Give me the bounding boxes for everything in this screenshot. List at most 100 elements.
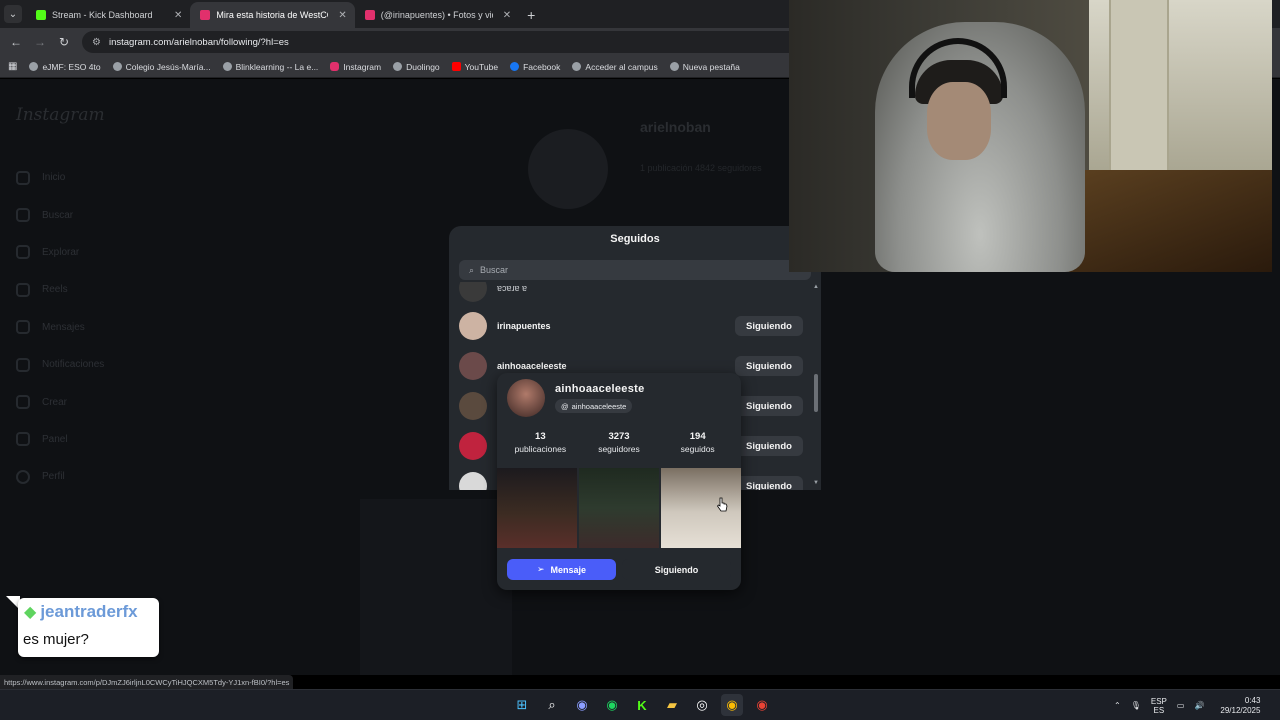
post-thumbnail[interactable]	[661, 468, 741, 548]
chevron-up-icon[interactable]: ⌃	[1114, 701, 1121, 710]
chrome-icon[interactable]: ◉	[721, 694, 743, 716]
sidebar-item-inicio[interactable]: Inicio	[16, 159, 104, 196]
following-button[interactable]: Siguiendo	[735, 396, 803, 416]
tab-search-menu-button[interactable]: ⌄	[4, 5, 22, 23]
bookmark-item[interactable]: Blinklearning -- La e...	[222, 62, 318, 72]
following-button[interactable]: Siguiendo	[622, 559, 731, 580]
instagram-sidebar: Inicio Buscar Explorar Reels Mensajes No…	[16, 159, 104, 496]
tab-westcol-story[interactable]: Mira esta historia de WestCOL ✕	[190, 2, 355, 28]
bookmark-item[interactable]: Acceder al campus	[572, 62, 658, 72]
username[interactable]: ainhoaaceleeste	[497, 361, 735, 371]
sidebar-item-perfil[interactable]: Perfil	[16, 458, 104, 495]
globe-icon	[393, 62, 403, 71]
close-icon[interactable]: ✕	[503, 10, 511, 21]
reload-icon[interactable]: ↻	[52, 35, 76, 49]
forward-arrow-icon[interactable]: →	[28, 35, 52, 49]
scroll-down-icon[interactable]: ▼	[812, 480, 820, 486]
threads-badge[interactable]: @ ainhoaaceleeste	[555, 399, 633, 413]
chat-message-text: es mujer?	[23, 631, 89, 648]
threads-handle: ainhoaaceleeste	[571, 401, 627, 411]
home-icon	[16, 170, 30, 185]
clock[interactable]: 0:43 29/12/2025	[1220, 696, 1260, 716]
apps-grid-icon[interactable]: ▦	[8, 61, 17, 72]
obs-icon[interactable]: ◎	[691, 694, 713, 716]
bookmark-item[interactable]: Instagram	[330, 62, 381, 72]
scroll-up-icon[interactable]: ▲	[812, 284, 820, 290]
bookmark-item[interactable]: Facebook	[510, 62, 560, 72]
chat-username: ◆ jeantraderfx	[24, 602, 138, 621]
new-tab-button[interactable]: +	[527, 7, 535, 23]
instagram-icon	[330, 62, 340, 71]
windows-start-icon[interactable]: ⊞	[511, 694, 533, 716]
youtube-icon	[451, 62, 461, 71]
globe-icon	[29, 62, 39, 71]
list-item[interactable]: ɐɔɐɹɐ ɐ	[459, 282, 803, 306]
list-scrollbar[interactable]: ▲ ▼	[812, 282, 820, 490]
sidebar-item-notificaciones[interactable]: Notificaciones	[16, 346, 104, 383]
scrollbar-thumb[interactable]	[814, 374, 818, 412]
sidebar-item-crear[interactable]: Crear	[16, 383, 104, 420]
list-item[interactable]: irinapuentes Siguiendo	[459, 308, 803, 344]
sidebar-item-panel[interactable]: Panel	[16, 421, 104, 458]
messenger-icon	[16, 320, 30, 335]
discord-icon[interactable]: ◉	[571, 694, 593, 716]
close-icon[interactable]: ✕	[174, 10, 182, 21]
bookmark-item[interactable]: Colegio Jesús-María...	[112, 62, 211, 72]
hover-card-username[interactable]: ainhoaaceleeste	[555, 383, 645, 395]
network-icon[interactable]: ▭	[1177, 701, 1185, 710]
following-button[interactable]: Siguiendo	[735, 356, 803, 376]
instagram-favicon-icon	[200, 10, 211, 20]
tab-title: Stream - Kick Dashboard	[52, 10, 153, 20]
tab-title: (@irinapuentes) • Fotos y videos	[380, 10, 493, 20]
globe-icon	[222, 62, 232, 71]
avatar	[459, 432, 487, 460]
chrome-alt-icon[interactable]: ◉	[751, 694, 773, 716]
instagram-logo[interactable]: Instagram	[16, 105, 105, 125]
heart-icon	[16, 357, 30, 372]
tab-kick-dashboard[interactable]: Stream - Kick Dashboard ✕	[26, 2, 190, 28]
globe-icon	[572, 62, 582, 71]
spotify-icon[interactable]: ◉	[601, 694, 623, 716]
threads-icon: @	[561, 401, 569, 411]
post-thumbnail[interactable]	[497, 468, 577, 548]
site-info-icon[interactable]: ⚙	[92, 37, 101, 48]
sidebar-item-buscar[interactable]: Buscar	[16, 196, 104, 233]
hover-card-avatar[interactable]	[507, 379, 545, 417]
webcam-overlay	[789, 0, 1272, 272]
bookmark-item[interactable]: eJMF: ESO 4to	[29, 62, 101, 72]
close-icon[interactable]: ✕	[338, 10, 346, 21]
post-thumbnail[interactable]	[579, 468, 659, 548]
language-indicator[interactable]: ESP ES	[1151, 697, 1167, 715]
back-arrow-icon[interactable]: ←	[4, 35, 28, 49]
address-bar[interactable]: ⚙ instagram.com/arielnoban/following/?hl…	[82, 31, 842, 53]
chat-message-bubble: ◆ jeantraderfx es mujer?	[18, 598, 159, 657]
username[interactable]: irinapuentes	[497, 321, 735, 331]
kick-icon[interactable]: K	[631, 694, 653, 716]
microphone-icon[interactable]: 🎙	[1131, 701, 1141, 710]
hover-card-stats: 13 publicaciones 3273 seguidores 194 seg…	[497, 431, 741, 454]
following-button[interactable]: Siguiendo	[735, 316, 803, 336]
username[interactable]: ɐɔɐɹɐ ɐ	[497, 283, 803, 293]
link-status-bar: https://www.instagram.com/p/DJmZJ6irljnL…	[0, 675, 294, 689]
compass-icon	[16, 245, 30, 260]
file-explorer-icon[interactable]: ▰	[661, 694, 683, 716]
following-button[interactable]: Siguiendo	[735, 436, 803, 456]
reels-icon	[16, 282, 30, 297]
tab-irinapuentes[interactable]: (@irinapuentes) • Fotos y videos ✕	[355, 2, 519, 28]
sidebar-item-explorar[interactable]: Explorar	[16, 234, 104, 271]
profile-avatar	[528, 129, 608, 209]
stat-followers: 3273 seguidores	[598, 431, 640, 454]
sidebar-item-reels[interactable]: Reels	[16, 271, 104, 308]
sidebar-item-mensajes[interactable]: Mensajes	[16, 309, 104, 346]
bookmark-item[interactable]: Nueva pestaña	[669, 62, 740, 72]
search-icon[interactable]: ⌕	[541, 694, 563, 716]
bookmark-item[interactable]: YouTube	[451, 62, 498, 72]
following-button[interactable]: Siguiendo	[735, 476, 803, 490]
following-search-input[interactable]: ⌕ Buscar	[459, 260, 811, 280]
message-button[interactable]: ➢ Mensaje	[507, 559, 616, 580]
volume-icon[interactable]: 🔊	[1194, 701, 1204, 710]
webcam-floor	[1069, 170, 1272, 272]
send-icon: ➢	[536, 564, 545, 574]
bookmark-item[interactable]: Duolingo	[393, 62, 440, 72]
facebook-icon	[510, 62, 520, 71]
